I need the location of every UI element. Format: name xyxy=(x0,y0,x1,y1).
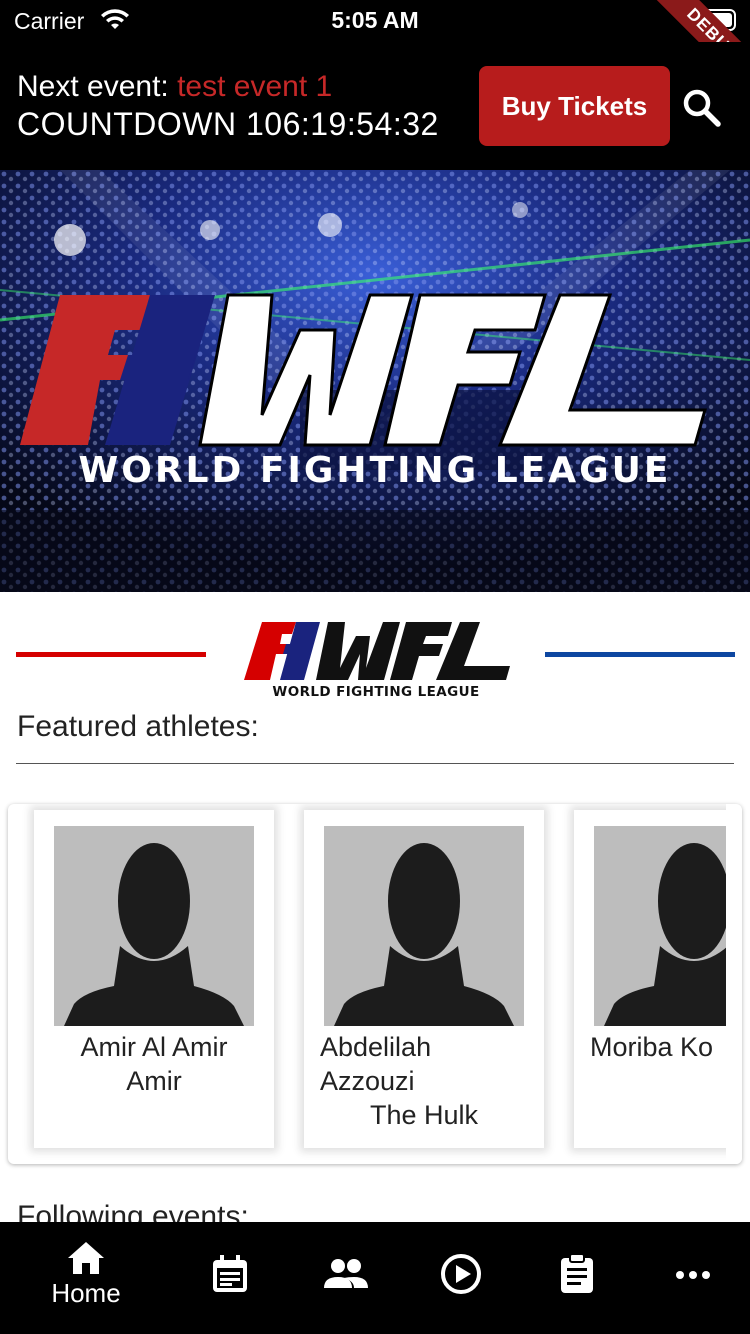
calendar-icon xyxy=(213,1255,247,1292)
hero-arena-image: WORLD FIGHTING LEAGUE xyxy=(0,170,750,592)
hero-tagline: WORLD FIGHTING LEAGUE xyxy=(79,450,672,491)
nav-events[interactable] xyxy=(200,1222,260,1334)
home-icon xyxy=(68,1242,104,1274)
bottom-navigation: Home xyxy=(0,1222,750,1334)
nav-videos[interactable] xyxy=(431,1222,491,1334)
app-header: Next event: test event 1 COUNTDOWN 106:1… xyxy=(0,42,750,170)
countdown-timer: COUNTDOWN 106:19:54:32 xyxy=(17,106,439,142)
nav-athletes[interactable] xyxy=(316,1222,376,1334)
search-icon[interactable] xyxy=(680,86,724,130)
nav-home-label: Home xyxy=(51,1278,121,1308)
wfl-logo: WORLD FIGHTING LEAGUE xyxy=(244,622,510,700)
next-event-label: Next event: xyxy=(17,70,169,103)
athlete-avatar xyxy=(594,826,742,1026)
wfl-logo-tagline: WORLD FIGHTING LEAGUE xyxy=(272,684,479,700)
next-event-line: Next event: test event 1 xyxy=(17,70,332,104)
next-event-name[interactable]: test event 1 xyxy=(177,70,332,103)
athlete-card[interactable]: Abdelilah Azzouzi The Hulk xyxy=(304,810,544,1148)
person-silhouette-icon xyxy=(604,843,742,1026)
hero-banner: WORLD FIGHTING LEAGUE xyxy=(0,170,750,592)
more-horizontal-icon xyxy=(676,1271,710,1279)
nav-more[interactable] xyxy=(663,1222,723,1334)
divider-blue-line xyxy=(545,652,735,657)
person-silhouette-icon xyxy=(334,843,514,1026)
people-icon xyxy=(324,1259,368,1288)
athlete-card[interactable]: Moriba Ko xyxy=(574,810,742,1148)
brand-divider: WORLD FIGHTING LEAGUE xyxy=(0,610,750,700)
person-silhouette-icon xyxy=(64,843,244,1026)
athlete-name: Moriba Ko xyxy=(590,1032,714,1062)
athlete-name: Abdelilah Azzouzi xyxy=(320,1032,432,1096)
athlete-nickname: The Hulk xyxy=(369,1100,479,1130)
carousel-edge xyxy=(726,804,742,1164)
athlete-name: Amir Al Amir Amir xyxy=(80,1032,228,1096)
nav-news[interactable] xyxy=(547,1222,607,1334)
clock-label: 5:05 AM xyxy=(331,7,419,33)
buy-tickets-button[interactable]: Buy Tickets xyxy=(479,66,670,146)
athlete-avatar xyxy=(324,826,524,1026)
play-circle-icon xyxy=(441,1254,481,1294)
featured-athletes-title: Featured athletes: xyxy=(17,710,259,743)
featured-athletes-carousel[interactable]: Amir Al Amir Amir Abdelilah Azzouzi The … xyxy=(8,804,742,1164)
status-bar: Carrier 5:05 AM DEBUG xyxy=(0,0,750,106)
clipboard-icon xyxy=(561,1253,593,1293)
section-divider xyxy=(16,763,734,764)
divider-red-line xyxy=(16,652,206,657)
athlete-avatar xyxy=(54,826,254,1026)
athlete-card[interactable]: Amir Al Amir Amir xyxy=(34,810,274,1148)
nav-home[interactable]: Home xyxy=(36,1222,136,1334)
